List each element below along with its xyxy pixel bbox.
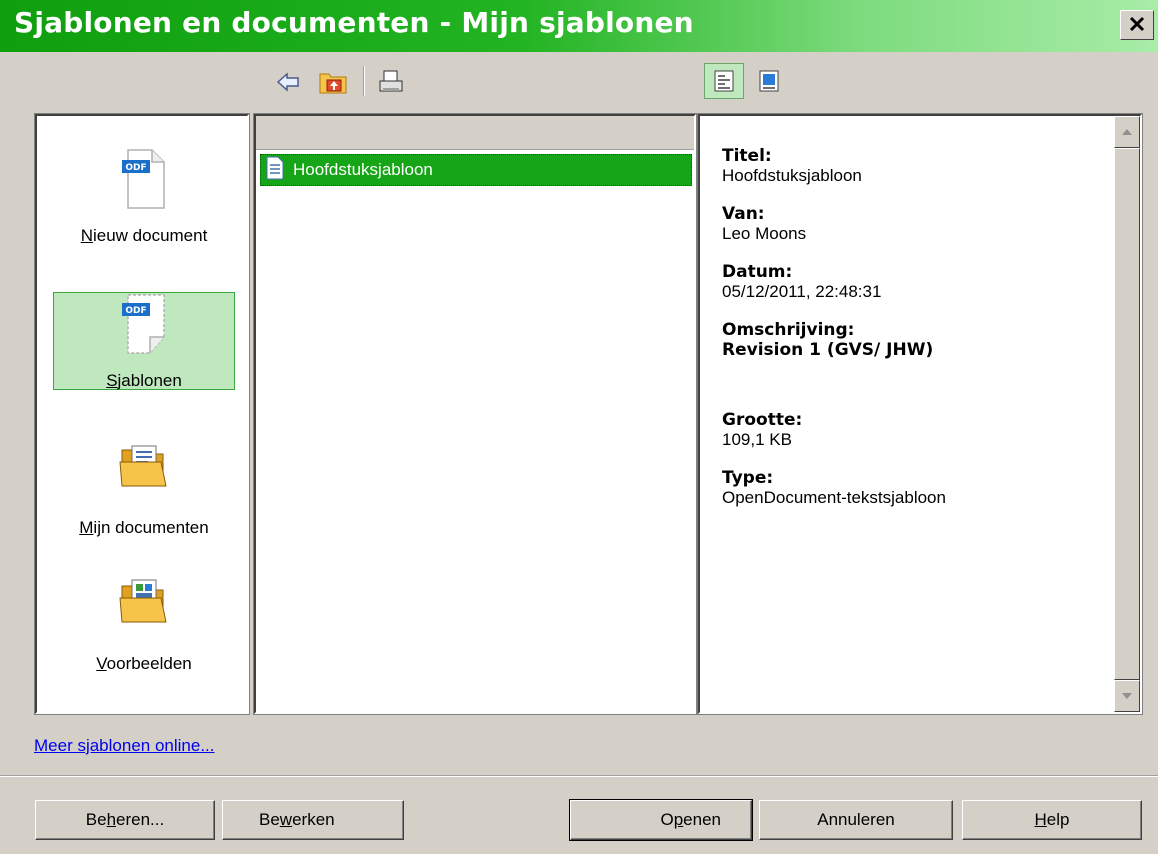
list-item-name: Hoofdstuksjabloon <box>293 160 433 179</box>
category-label-templates: jablonen <box>117 371 182 390</box>
type-label: Type: <box>722 468 774 488</box>
category-label-mnemonic: S <box>106 371 118 390</box>
vertical-scrollbar[interactable] <box>1114 116 1140 712</box>
cancel-button[interactable]: Annuleren <box>759 800 953 840</box>
category-label-my-documents: ijn documenten <box>93 518 209 537</box>
title-label: Titel: <box>722 146 772 166</box>
odf-template-icon: ODF <box>120 293 168 360</box>
scroll-down-button[interactable] <box>1114 680 1140 712</box>
button-label-part: O <box>660 810 674 829</box>
svg-text:ODF: ODF <box>125 306 146 316</box>
manage-button[interactable]: Be h eren... <box>35 800 215 840</box>
print-icon <box>377 69 405 95</box>
category-examples[interactable]: Voorbeelden <box>53 576 235 674</box>
title-bar: Sjablonen en documenten - Mijn sjablonen <box>0 0 1158 52</box>
button-label-part: Be <box>259 810 280 829</box>
from-label: Van: <box>722 204 765 224</box>
category-panel: ODF Nieuw document ODF Sjablonen Mijn do… <box>34 113 250 715</box>
document-properties-icon <box>758 69 780 93</box>
document-properties: Titel: Hoofdstuksjabloon Van: Leo Moons … <box>722 146 1100 526</box>
text-document-icon <box>265 156 285 185</box>
category-my-documents[interactable]: Mijn documenten <box>53 440 235 538</box>
properties-view-button[interactable] <box>752 63 786 99</box>
help-button[interactable]: Help <box>962 800 1142 840</box>
window-title: Sjablonen en documenten - Mijn sjablonen <box>14 6 694 39</box>
folder-examples-icon <box>119 576 169 631</box>
category-label-mnemonic: N <box>80 226 93 245</box>
edit-button[interactable]: Be w erken <box>222 800 404 840</box>
file-list-panel: Hoofdstuksjabloon <box>253 113 697 715</box>
category-label-mnemonic: M <box>79 518 94 537</box>
button-label-mnemonic: H <box>1034 810 1047 829</box>
size-value: 109,1 KB <box>722 430 792 449</box>
button-label-part: eren... <box>116 810 165 829</box>
back-button[interactable] <box>274 68 302 96</box>
list-item[interactable]: Hoofdstuksjabloon <box>260 154 692 186</box>
open-button[interactable]: Op enen <box>569 799 753 841</box>
description-label: Omschrijving: <box>722 320 855 340</box>
close-icon <box>1129 13 1145 37</box>
category-new-document[interactable]: ODF Nieuw document <box>53 148 235 246</box>
button-label-mnemonic: w <box>279 810 293 829</box>
button-label-part: enen <box>683 810 721 829</box>
category-label-new-document: ieuw document <box>92 226 208 245</box>
button-label-mnemonic: p <box>673 810 684 829</box>
description-value: Revision 1 (GVS/ JHW) <box>722 340 934 360</box>
preview-view-button[interactable] <box>704 63 744 99</box>
title-value: Hoofdstuksjabloon <box>722 166 862 185</box>
button-label-mnemonic: h <box>106 810 117 829</box>
button-label-part: erken <box>292 810 335 829</box>
category-templates[interactable]: ODF Sjablonen <box>53 292 235 390</box>
up-folder-button[interactable] <box>316 66 350 98</box>
scroll-up-icon <box>1121 125 1133 139</box>
print-button[interactable] <box>374 66 408 98</box>
date-label: Datum: <box>722 262 793 282</box>
scroll-up-button[interactable] <box>1114 116 1140 148</box>
list-header <box>256 116 694 150</box>
odf-new-document-icon: ODF <box>120 148 168 215</box>
more-templates-online-link[interactable]: Meer sjablonen online... <box>34 736 215 756</box>
date-value: 05/12/2011, 22:48:31 <box>722 282 882 301</box>
type-value: OpenDocument-tekstsjabloon <box>722 488 946 507</box>
scroll-down-icon <box>1121 689 1133 703</box>
toolbar-separator <box>363 66 365 96</box>
folder-documents-icon <box>119 440 169 495</box>
close-button[interactable] <box>1120 10 1154 40</box>
category-label-mnemonic: V <box>96 654 107 673</box>
svg-text:ODF: ODF <box>125 163 146 173</box>
from-value: Leo Moons <box>722 224 807 243</box>
properties-panel: Titel: Hoofdstuksjabloon Van: Leo Moons … <box>697 113 1143 715</box>
up-folder-icon <box>318 69 348 95</box>
divider <box>0 775 1158 777</box>
button-label-part: Be <box>85 810 107 829</box>
scroll-thumb[interactable] <box>1114 148 1140 680</box>
button-label-part: elp <box>1046 810 1070 829</box>
button-label: Annuleren <box>817 810 895 829</box>
back-icon <box>276 72 300 92</box>
document-preview-icon <box>713 69 735 93</box>
size-label: Grootte: <box>722 410 803 430</box>
category-label-examples: oorbeelden <box>106 654 192 673</box>
